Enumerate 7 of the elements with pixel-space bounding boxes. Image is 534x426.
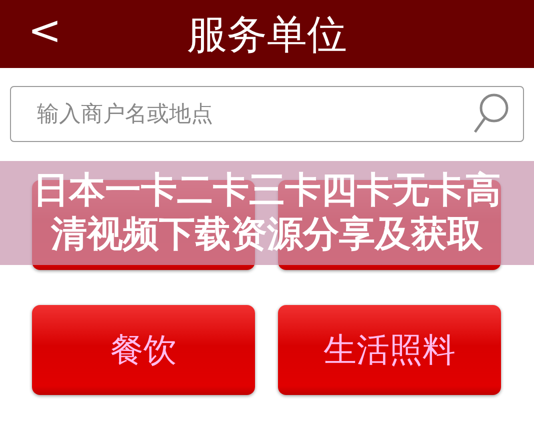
page-title: 服务单位: [187, 10, 347, 60]
search-field[interactable]: 输入商户名或地点: [10, 86, 524, 142]
banner-text: 清视频下载资源分享及获取: [51, 213, 483, 257]
back-button[interactable]: <: [22, 8, 68, 54]
category-button[interactable]: 生活照料: [278, 305, 501, 395]
banner-text: 日本一卡二卡三卡四卡无卡高: [33, 169, 501, 213]
category-button[interactable]: 餐饮: [32, 305, 255, 395]
